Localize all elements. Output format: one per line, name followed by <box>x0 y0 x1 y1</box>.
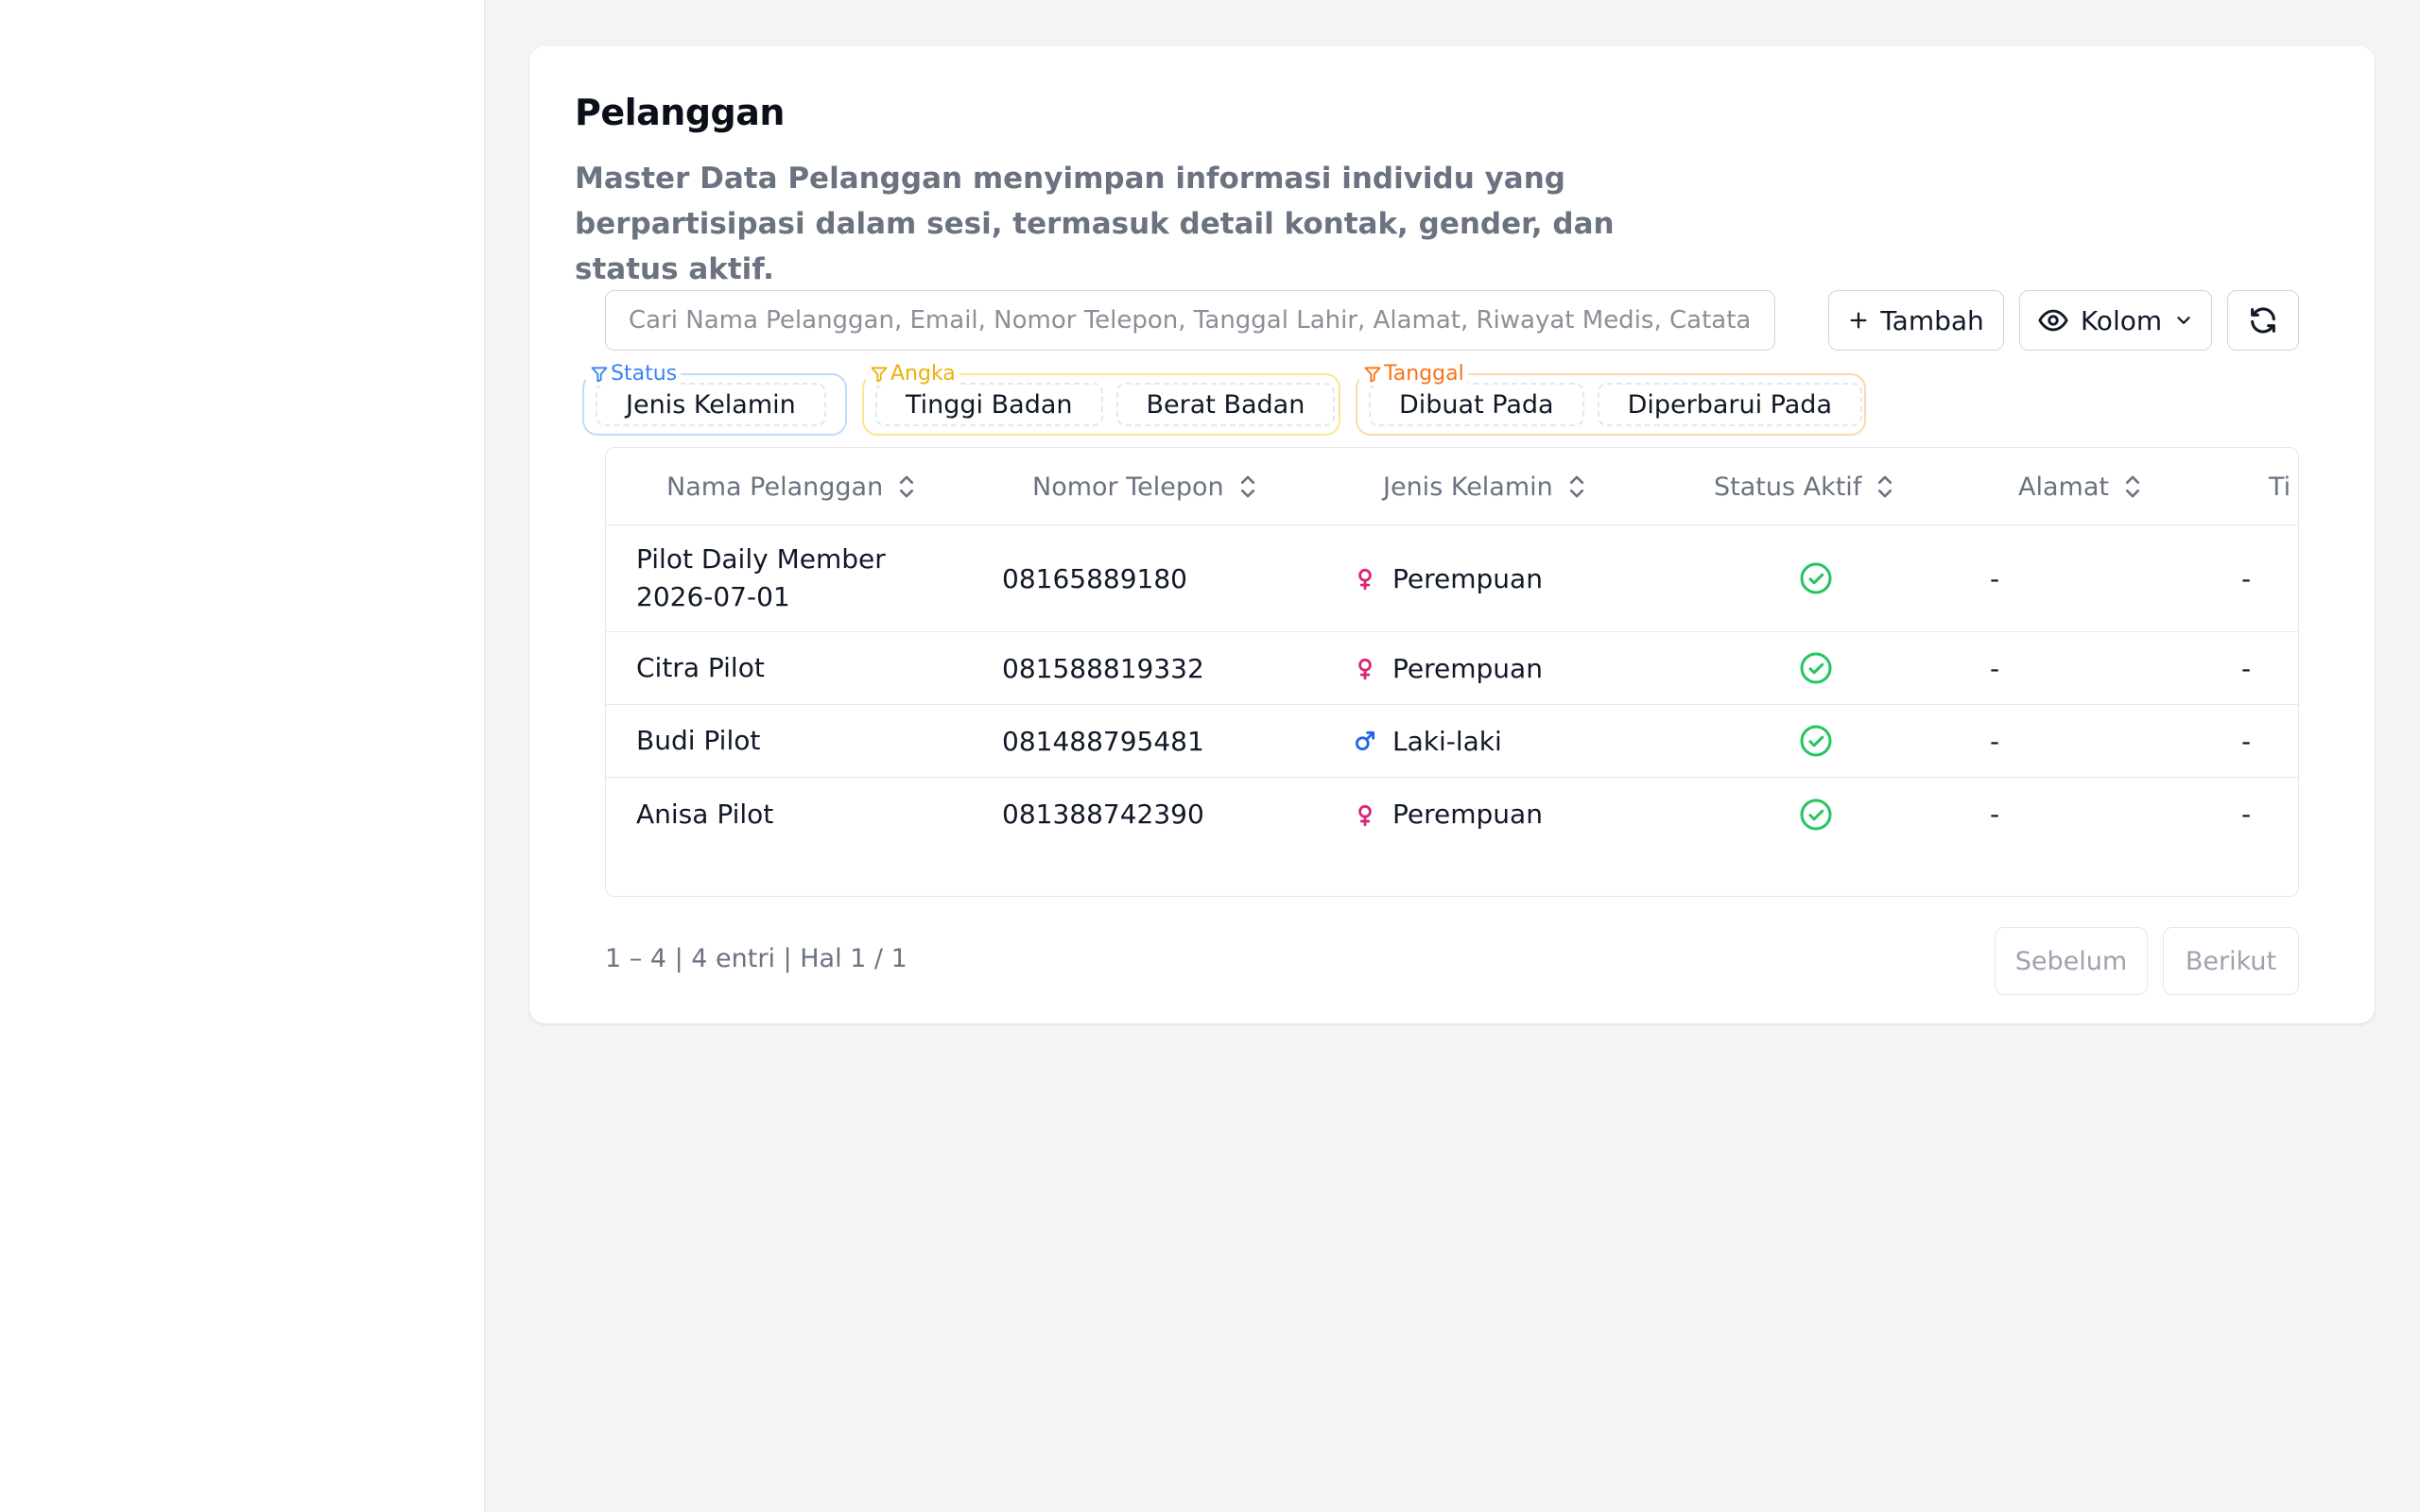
cell-phone: 081388742390 <box>1002 799 1204 830</box>
column-header-alamat[interactable]: Alamat <box>2018 448 2141 525</box>
filter-chip-tinggi-badan[interactable]: Tinggi Badan <box>875 383 1103 426</box>
search-input[interactable] <box>605 290 1775 351</box>
cell-phone: 081588819332 <box>1002 652 1204 684</box>
cell-address: - <box>1990 562 2000 594</box>
cell-name: Budi Pilot <box>636 725 761 756</box>
sort-icon <box>2125 475 2140 498</box>
female-icon <box>1358 568 1372 591</box>
filter-icon <box>591 366 608 382</box>
cell-status <box>1799 705 1833 777</box>
cell-status <box>1799 778 1833 850</box>
sort-icon <box>1240 475 1254 498</box>
cell-name: Anisa Pilot <box>636 798 774 830</box>
cell-gender: Laki-laki <box>1353 705 1502 777</box>
filter-chip-dibuat-pada[interactable]: Dibuat Pada <box>1369 383 1584 426</box>
cell-gender: Perempuan <box>1353 778 1543 850</box>
filter-group-tanggal-label: Tanggal <box>1359 362 1468 386</box>
check-circle-icon <box>1800 725 1832 757</box>
cell-name: Pilot Daily Member 2026-07-01 <box>636 543 886 612</box>
cell-extra: - <box>2241 652 2252 684</box>
cell-name: Citra Pilot <box>636 652 765 683</box>
column-header-status-aktif[interactable]: Status Aktif <box>1714 448 1893 525</box>
female-icon <box>1358 804 1372 826</box>
column-header-nomor-telepon[interactable]: Nomor Telepon <box>1032 448 1256 525</box>
columns-button-label: Kolom <box>2080 304 2163 336</box>
refresh-icon <box>2251 307 2275 334</box>
cell-address: - <box>1990 799 2000 830</box>
add-button[interactable]: Tambah <box>1828 290 2004 351</box>
plus-icon <box>1850 312 1867 329</box>
column-header-nama-pelanggan[interactable]: Nama Pelanggan <box>666 448 915 525</box>
sort-icon <box>900 475 914 498</box>
filter-group-status-label: Status <box>586 362 682 386</box>
customer-table: Nama Pelanggan Nomor Telepon Jenis Kelam… <box>605 447 2299 897</box>
filter-chip-jenis-kelamin[interactable]: Jenis Kelamin <box>596 383 826 426</box>
table-header: Nama Pelanggan Nomor Telepon Jenis Kelam… <box>606 448 2298 525</box>
cell-extra: - <box>2241 725 2252 757</box>
table-row[interactable]: Budi Pilot 081488795481 Laki-laki - - <box>606 705 2298 778</box>
cell-gender: Perempuan <box>1353 525 1543 631</box>
page-description: Master Data Pelanggan menyimpan informas… <box>575 162 1615 286</box>
cell-phone: 081488795481 <box>1002 725 1204 757</box>
pagination-info: 1 – 4 | 4 entri | Hal 1 / 1 <box>605 944 908 973</box>
eye-icon <box>2038 309 2068 332</box>
cell-address: - <box>1990 652 2000 684</box>
sort-icon <box>1569 475 1583 498</box>
filter-chip-diperbarui-pada[interactable]: Diperbarui Pada <box>1597 383 1862 426</box>
cell-extra: - <box>2241 562 2252 594</box>
filter-group-status: Status Jenis Kelamin <box>582 362 847 436</box>
check-circle-icon <box>1800 652 1832 684</box>
sidebar <box>0 0 485 1512</box>
cell-status <box>1799 525 1833 631</box>
column-header-truncated[interactable]: Ti <box>2269 448 2290 525</box>
previous-page-button[interactable]: Sebelum <box>1995 927 2148 995</box>
add-button-label: Tambah <box>1880 304 1984 336</box>
table-row[interactable]: Citra Pilot 081588819332 Perempuan - - <box>606 632 2298 705</box>
filter-group-angka: Angka Tinggi Badan Berat Badan <box>862 362 1340 436</box>
sort-icon <box>1878 475 1893 498</box>
filter-icon <box>871 366 888 382</box>
filter-group-tanggal: Tanggal Dibuat Pada Diperbarui Pada <box>1356 362 1866 436</box>
next-page-button[interactable]: Berikut <box>2163 927 2299 995</box>
cell-phone: 08165889180 <box>1002 562 1187 594</box>
filter-group-angka-label: Angka <box>866 362 959 386</box>
male-icon <box>1355 730 1375 751</box>
check-circle-icon <box>1800 562 1832 594</box>
check-circle-icon <box>1800 799 1832 830</box>
table-row[interactable]: Anisa Pilot 081388742390 Perempuan - - <box>606 778 2298 850</box>
table-row[interactable]: Pilot Daily Member 2026-07-01 0816588918… <box>606 525 2298 632</box>
page-title: Pelanggan <box>575 92 785 133</box>
main-card: Pelanggan Master Data Pelanggan menyimpa… <box>529 46 2375 1023</box>
cell-extra: - <box>2241 799 2252 830</box>
columns-button[interactable]: Kolom <box>2019 290 2212 351</box>
cell-gender: Perempuan <box>1353 632 1543 704</box>
column-header-jenis-kelamin[interactable]: Jenis Kelamin <box>1383 448 1585 525</box>
cell-status <box>1799 632 1833 704</box>
chevron-down-icon <box>2177 317 2190 324</box>
filter-icon <box>1364 366 1381 382</box>
female-icon <box>1358 658 1372 680</box>
filter-chip-berat-badan[interactable]: Berat Badan <box>1115 383 1336 426</box>
cell-address: - <box>1990 725 2000 757</box>
refresh-button[interactable] <box>2227 290 2299 351</box>
